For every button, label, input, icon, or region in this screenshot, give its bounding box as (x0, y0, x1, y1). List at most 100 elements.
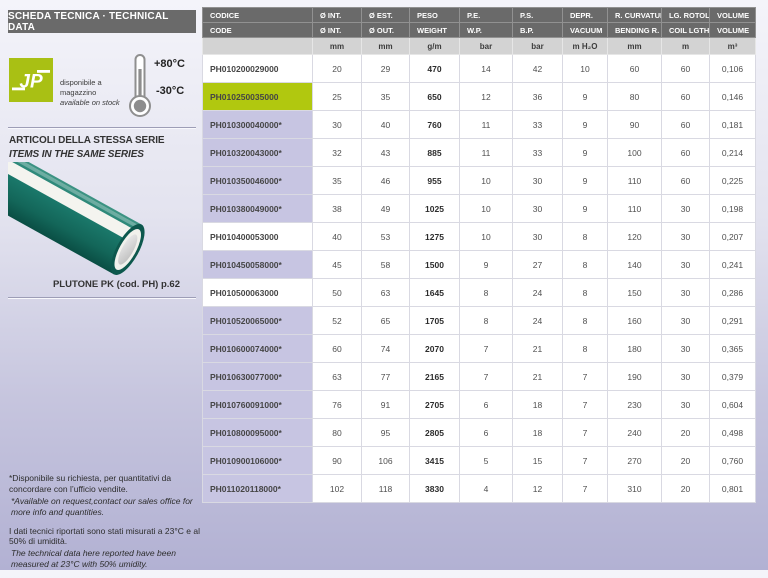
value-cell: 8 (563, 307, 608, 335)
value-cell: 52 (313, 307, 362, 335)
table-head: CODICEØ INT.Ø EST.PESOP.E.P.S.DEPR.R. CU… (203, 8, 756, 55)
unit-cell: mm (362, 38, 410, 55)
value-cell: 90 (608, 111, 662, 139)
value-cell: 30 (662, 195, 710, 223)
value-cell: 8 (460, 307, 513, 335)
technical-data-table: CODICEØ INT.Ø EST.PESOP.E.P.S.DEPR.R. CU… (202, 7, 756, 503)
value-cell: 100 (608, 139, 662, 167)
header-en-cell: B.P. (513, 23, 563, 38)
value-cell: 29 (362, 55, 410, 83)
value-cell: 90 (313, 447, 362, 475)
unit-cell: m³ (710, 38, 756, 55)
value-cell: 11 (460, 139, 513, 167)
code-cell: PH010760091000* (203, 391, 313, 419)
value-cell: 95 (362, 419, 410, 447)
value-cell: 4 (460, 475, 513, 503)
value-cell: 53 (362, 223, 410, 251)
value-cell: 50 (313, 279, 362, 307)
value-cell: 0,379 (710, 363, 756, 391)
header-it-row: CODICEØ INT.Ø EST.PESOP.E.P.S.DEPR.R. CU… (203, 8, 756, 23)
table-row: PH01025003500025356501236980600,146 (203, 83, 756, 111)
code-cell: PH010500063000 (203, 279, 313, 307)
value-cell: 74 (362, 335, 410, 363)
header-en-cell: WEIGHT (410, 23, 460, 38)
page-title: SCHEDA TECNICA · TECHNICAL DATA (8, 10, 196, 33)
value-cell: 12 (460, 83, 513, 111)
divider-line (8, 297, 196, 299)
value-cell: 0,198 (710, 195, 756, 223)
value-cell: 10 (460, 167, 513, 195)
value-cell: 0,760 (710, 447, 756, 475)
value-cell: 7 (563, 475, 608, 503)
value-cell: 650 (410, 83, 460, 111)
same-series-heading: ARTICOLI DELLA STESSA SERIE ITEMS IN THE… (9, 134, 164, 161)
value-cell: 10 (460, 195, 513, 223)
value-cell: 0,365 (710, 335, 756, 363)
code-cell: PH010250035000 (203, 83, 313, 111)
header-it-cell: P.E. (460, 8, 513, 23)
value-cell: 32 (313, 139, 362, 167)
code-cell: PH010320043000* (203, 139, 313, 167)
value-cell: 30 (313, 111, 362, 139)
value-cell: 140 (608, 251, 662, 279)
value-cell: 20 (313, 55, 362, 83)
value-cell: 0,498 (710, 419, 756, 447)
value-cell: 18 (513, 419, 563, 447)
value-cell: 1645 (410, 279, 460, 307)
value-cell: 76 (313, 391, 362, 419)
value-cell: 885 (410, 139, 460, 167)
header-it-cell: DEPR. (563, 8, 608, 23)
unit-cell: mm (608, 38, 662, 55)
value-cell: 9 (563, 83, 608, 111)
value-cell: 150 (608, 279, 662, 307)
value-cell: 30 (513, 167, 563, 195)
value-cell: 11 (460, 111, 513, 139)
value-cell: 30 (662, 251, 710, 279)
value-cell: 1500 (410, 251, 460, 279)
value-cell: 0,106 (710, 55, 756, 83)
value-cell: 118 (362, 475, 410, 503)
value-cell: 0,604 (710, 391, 756, 419)
code-cell: PH010200029000 (203, 55, 313, 83)
table-row: PH010350046000*354695510309110600,225 (203, 167, 756, 195)
table-row: PH010800095000*809528056187240200,498 (203, 419, 756, 447)
value-cell: 310 (608, 475, 662, 503)
header-en-cell: VOLUME (710, 23, 756, 38)
value-cell: 30 (662, 223, 710, 251)
temperature-min: -30°C (156, 85, 184, 97)
value-cell: 60 (662, 111, 710, 139)
value-cell: 30 (662, 279, 710, 307)
availability-en: available on stock (60, 98, 130, 108)
unit-row: mmmmg/mbarbarm H₂Ommmm³ (203, 38, 756, 55)
value-cell: 36 (513, 83, 563, 111)
value-cell: 33 (513, 139, 563, 167)
same-series-heading-it: ARTICOLI DELLA STESSA SERIE (9, 134, 164, 148)
value-cell: 80 (313, 419, 362, 447)
unit-cell: g/m (410, 38, 460, 55)
header-it-cell: Ø EST. (362, 8, 410, 23)
footnote-request-it: *Disponibile su richiesta, per quantitat… (9, 473, 201, 495)
product-caption: PLUTONE PK (cod. PH) p.62 (8, 279, 180, 290)
value-cell: 8 (563, 335, 608, 363)
code-cell: PH010350046000* (203, 167, 313, 195)
value-cell: 120 (608, 223, 662, 251)
value-cell: 0,286 (710, 279, 756, 307)
stock-availability-section: JP disponibile a magazzino available on … (8, 56, 196, 116)
value-cell: 60 (608, 55, 662, 83)
unit-cell: bar (513, 38, 563, 55)
value-cell: 60 (662, 55, 710, 83)
header-en-cell: W.P. (460, 23, 513, 38)
value-cell: 180 (608, 335, 662, 363)
value-cell: 14 (460, 55, 513, 83)
value-cell: 20 (662, 447, 710, 475)
value-cell: 0,291 (710, 307, 756, 335)
value-cell: 9 (563, 195, 608, 223)
value-cell: 46 (362, 167, 410, 195)
header-en-cell: Ø INT. (313, 23, 362, 38)
value-cell: 102 (313, 475, 362, 503)
value-cell: 7 (460, 363, 513, 391)
header-it-cell: Ø INT. (313, 8, 362, 23)
value-cell: 30 (662, 363, 710, 391)
value-cell: 30 (662, 391, 710, 419)
unit-cell: m H₂O (563, 38, 608, 55)
